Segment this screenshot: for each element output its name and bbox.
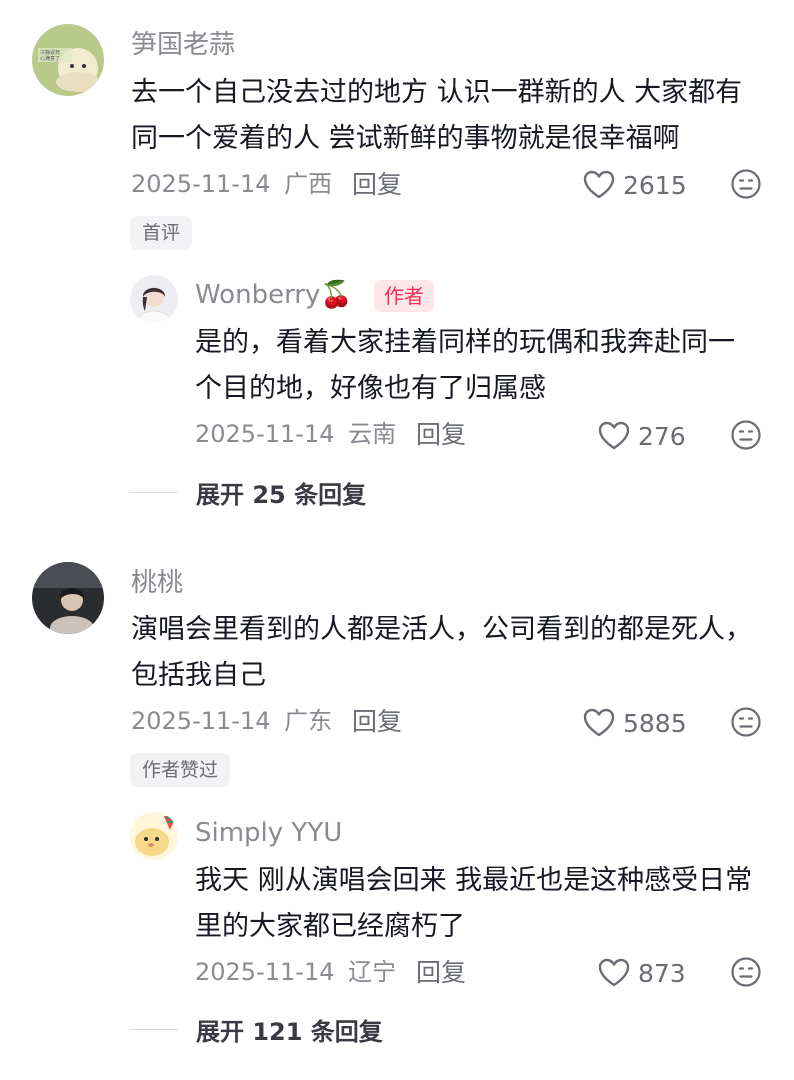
reply-2-dislike-button[interactable] <box>730 956 762 988</box>
comment-1-content: 去一个自己没去过的地方 认识一群新的人 大家都有同一个爱着的人 尝试新鲜的事物就… <box>131 77 743 154</box>
reply-2-content: 我天 刚从演唱会回来 我最近也是这种感受日常里的大家都已经腐朽了 <box>195 865 753 942</box>
comment-1-like-count: 2615 <box>623 170 687 200</box>
reply-2-like-button[interactable]: 873 <box>598 958 686 988</box>
comment-2-like-count: 5885 <box>623 708 687 738</box>
expand-divider <box>130 1029 178 1030</box>
avatar-comment-2[interactable] <box>32 562 104 634</box>
comment-2-date: 2025-11-14 <box>131 707 271 735</box>
cherry-emoji: 🍒 <box>320 280 353 310</box>
reply-1-like-count: 276 <box>638 421 686 451</box>
comment-2-like-button[interactable]: 5885 <box>583 708 687 738</box>
heart-icon <box>583 170 615 199</box>
author-liked-tag: 作者赞过 <box>130 753 231 787</box>
reply-2-date: 2025-11-14 <box>195 958 335 986</box>
reply-2-location: 辽宁 <box>348 958 397 986</box>
expand-replies-2[interactable]: 展开 121 条回复 <box>130 1012 383 1047</box>
dislike-face-icon <box>731 957 761 987</box>
comment-2-username[interactable]: 桃桃 <box>131 570 183 596</box>
comment-1-reply-button[interactable]: 回复 <box>352 172 402 197</box>
comment-2-dislike-button[interactable] <box>730 706 762 738</box>
dislike-face-icon <box>731 420 761 450</box>
reply-1-content: 是的，看着大家挂着同样的玩偶和我奔赴同一个目的地，好像也有了归属感 <box>195 327 735 404</box>
expand-replies-1[interactable]: 展开 25 条回复 <box>130 475 366 510</box>
reply-1-meta: 2025-11-14 云南 <box>195 422 396 446</box>
svg-text:心满意了: 心满意了 <box>40 55 60 62</box>
comment-1-dislike-button[interactable] <box>730 168 762 200</box>
dislike-face-icon <box>731 707 761 737</box>
comment-2-reply-button[interactable]: 回复 <box>352 709 402 734</box>
avatar-reply-2[interactable] <box>130 812 178 860</box>
reply-1-reply-button[interactable]: 回复 <box>416 422 466 447</box>
comment-1-username[interactable]: 笋国老蒜 <box>131 32 235 58</box>
comment-1-location: 广西 <box>284 170 333 198</box>
reply-1-like-button[interactable]: 276 <box>598 421 686 451</box>
comment-1-like-button[interactable]: 2615 <box>583 170 687 200</box>
heart-icon <box>598 958 630 987</box>
reply-1-username[interactable]: Wonberry🍒 <box>195 282 353 308</box>
avatar-reply-1[interactable] <box>130 275 178 323</box>
reply-2-reply-button[interactable]: 回复 <box>416 960 466 985</box>
comment-2-meta: 2025-11-14 广东 <box>131 709 332 733</box>
comment-2-content: 演唱会里看到的人都是活人，公司看到的都是死人，包括我自己 <box>131 614 752 691</box>
reply-1-dislike-button[interactable] <box>730 419 762 451</box>
reply-1-date: 2025-11-14 <box>195 420 335 448</box>
dislike-face-icon <box>731 169 761 199</box>
reply-1-location: 云南 <box>348 420 397 448</box>
author-badge: 作者 <box>374 280 434 312</box>
heart-icon <box>583 708 615 737</box>
reply-2-like-count: 873 <box>638 958 686 988</box>
avatar-text: 冷静逼死 <box>40 49 60 56</box>
comment-1-date: 2025-11-14 <box>131 170 271 198</box>
reply-2-username[interactable]: Simply YYU <box>195 820 342 846</box>
comment-2-location: 广东 <box>284 707 333 735</box>
expand-replies-1-label: 展开 25 条回复 <box>196 481 367 509</box>
first-comment-tag: 首评 <box>130 216 193 250</box>
avatar-comment-1[interactable]: 冷静逼死 心满意了 <box>32 24 104 96</box>
expand-divider <box>130 492 178 493</box>
reply-2-meta: 2025-11-14 辽宁 <box>195 960 396 984</box>
heart-icon <box>598 421 630 450</box>
comment-1-meta: 2025-11-14 广西 <box>131 172 332 196</box>
expand-replies-2-label: 展开 121 条回复 <box>196 1018 383 1046</box>
